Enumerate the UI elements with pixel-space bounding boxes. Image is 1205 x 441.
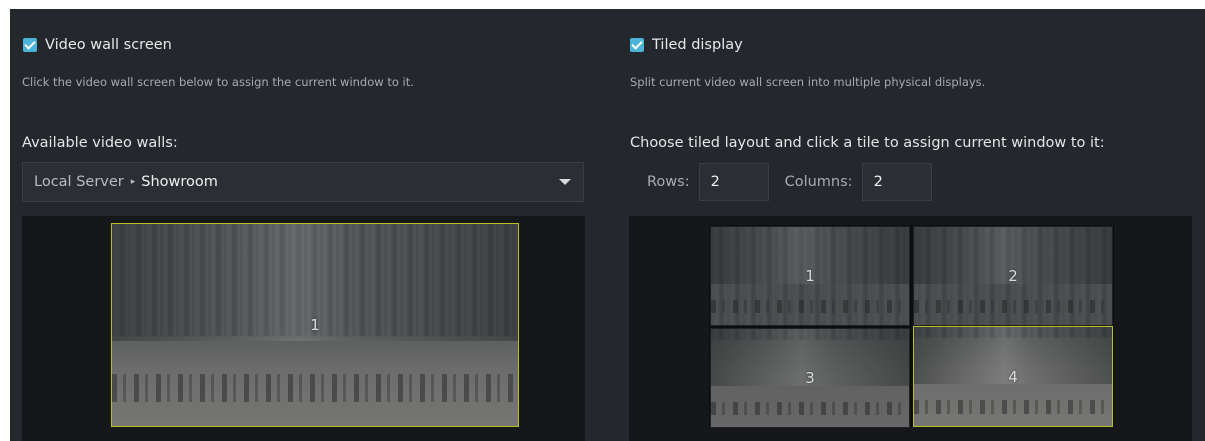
tile-grid-settings: Rows: 2 Columns: 2 <box>647 163 932 201</box>
selected-video-wall: Showroom <box>141 174 218 190</box>
tiled-display-checkbox-label: Tiled display <box>652 37 743 53</box>
checkbox-checked-icon[interactable] <box>23 38 37 52</box>
available-video-walls-label: Available video walls: <box>22 135 178 151</box>
video-wall-checkbox-label: Video wall screen <box>45 37 172 53</box>
tile-3[interactable]: 3 <box>710 328 910 428</box>
tile-number: 4 <box>1008 367 1018 386</box>
rows-label: Rows: <box>647 174 690 190</box>
tile-number: 3 <box>805 369 815 387</box>
tiled-display-preview: 1 2 3 4 <box>629 216 1192 441</box>
tiled-layout-label: Choose tiled layout and click a tile to … <box>630 135 1105 151</box>
tile-2[interactable]: 2 <box>913 226 1113 326</box>
rows-input[interactable]: 2 <box>698 163 769 201</box>
video-wall-screen[interactable]: 1 <box>111 223 519 427</box>
video-wall-preview: 1 <box>22 216 585 441</box>
checkbox-checked-icon[interactable] <box>630 38 644 52</box>
columns-label: Columns: <box>784 174 853 190</box>
server-crumb: Local Server <box>34 174 124 190</box>
video-wall-hint: Click the video wall screen below to ass… <box>22 75 414 89</box>
tile-4-selected[interactable]: 4 <box>913 326 1113 427</box>
caret-down-icon[interactable] <box>559 179 571 185</box>
tiled-display-hint: Split current video wall screen into mul… <box>630 75 986 89</box>
tile-number: 1 <box>805 267 815 285</box>
tile-number: 2 <box>1008 267 1018 285</box>
columns-input[interactable]: 2 <box>861 163 932 201</box>
video-wall-checkbox-row[interactable]: Video wall screen <box>23 37 172 53</box>
tiled-display-checkbox-row[interactable]: Tiled display <box>630 37 743 53</box>
breadcrumb-arrow-icon: ▸ <box>130 177 136 187</box>
tile-1[interactable]: 1 <box>710 226 910 326</box>
video-wall-dropdown[interactable]: Local Server ▸ Showroom <box>22 162 584 202</box>
video-wall-settings-panel: Video wall screen Click the video wall s… <box>10 9 1205 441</box>
screen-number: 1 <box>310 316 320 334</box>
tile-grid: 1 2 3 4 <box>709 225 1114 428</box>
